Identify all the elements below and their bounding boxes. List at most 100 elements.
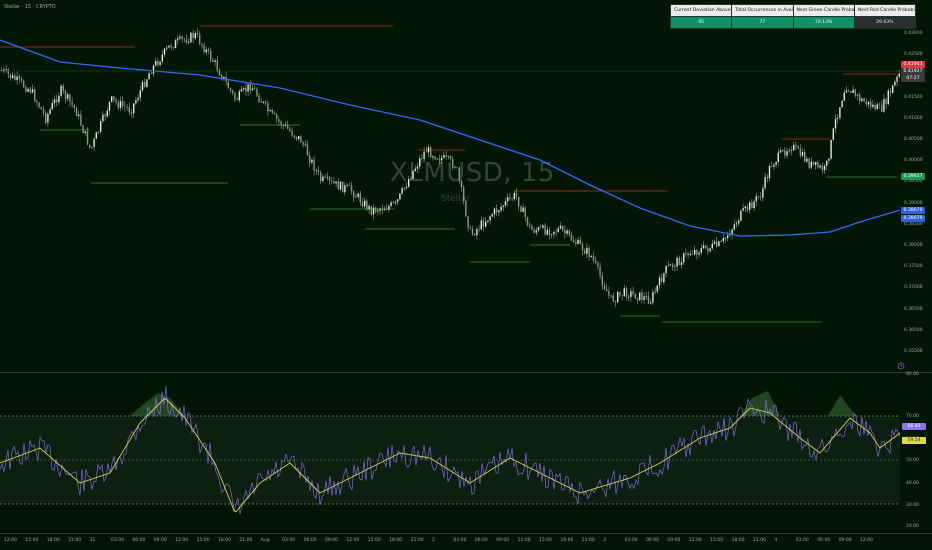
candle	[573, 240, 575, 243]
candle	[394, 201, 397, 203]
candle	[188, 42, 190, 43]
candle	[793, 144, 795, 151]
candle	[744, 206, 746, 209]
time-tick-label: 09:00	[496, 538, 510, 543]
candle	[478, 228, 480, 230]
candle	[885, 99, 887, 105]
candle	[790, 150, 793, 151]
candle	[566, 230, 568, 234]
candle	[56, 99, 58, 103]
oscillator-tick-label: 30.00	[906, 503, 919, 508]
candle	[100, 121, 102, 132]
candle	[60, 85, 62, 96]
candle	[557, 228, 559, 232]
alert-clock-icon[interactable]	[897, 362, 905, 370]
time-tick-label: 21:00	[753, 538, 766, 543]
candle	[645, 296, 647, 297]
price-tick-label: 0.41000	[904, 115, 923, 121]
candle	[597, 262, 599, 267]
candle	[346, 184, 348, 186]
candle	[16, 76, 18, 81]
candle	[339, 181, 342, 190]
candle	[474, 233, 476, 236]
candle	[355, 196, 357, 198]
candle	[247, 84, 249, 92]
candle	[425, 151, 427, 153]
candle	[500, 206, 502, 211]
candle	[205, 49, 207, 53]
time-tick-label: 12:00	[517, 538, 531, 543]
candle	[826, 160, 828, 166]
candle	[146, 79, 148, 87]
candle	[764, 176, 766, 189]
price-tick-label: 0.37500	[904, 264, 923, 270]
candle	[751, 202, 753, 209]
candle	[254, 88, 256, 90]
price-tick-label: 0.38000	[904, 243, 923, 248]
candle	[410, 178, 412, 180]
candle	[366, 200, 368, 210]
candle	[93, 138, 95, 147]
candle	[9, 74, 12, 79]
candle	[381, 208, 383, 211]
candle	[359, 193, 361, 203]
candle	[773, 164, 775, 167]
candle	[738, 220, 740, 224]
candle	[104, 114, 106, 117]
price-badge: 07:27	[901, 75, 925, 82]
candle	[383, 209, 386, 211]
candle	[232, 90, 234, 93]
candle	[18, 76, 20, 79]
candle	[867, 101, 870, 105]
candle	[227, 81, 229, 89]
candle	[155, 61, 157, 66]
candle	[350, 185, 353, 192]
candle	[540, 227, 542, 228]
candle	[126, 106, 128, 108]
time-tick-label: 21:00	[581, 538, 595, 543]
candle	[689, 253, 691, 256]
price-tick-label: 0.35500	[904, 349, 923, 354]
candle	[663, 273, 665, 283]
candle	[524, 207, 526, 218]
candle	[529, 225, 531, 226]
candle	[720, 241, 722, 242]
candle	[89, 144, 91, 148]
candle	[863, 98, 865, 102]
candle	[58, 95, 60, 103]
candle	[386, 209, 388, 210]
candle	[113, 96, 115, 100]
candle	[269, 109, 271, 112]
candle	[3, 69, 5, 71]
candle	[511, 198, 513, 200]
candle	[238, 91, 240, 101]
time-tick-label: 09:00	[325, 538, 338, 543]
candle	[608, 291, 610, 296]
candle	[375, 207, 377, 212]
candle	[179, 36, 181, 39]
candle	[559, 226, 562, 229]
candle	[82, 125, 84, 134]
candle	[575, 242, 577, 244]
time-tick-label: Aug	[260, 538, 270, 543]
candle	[306, 144, 309, 156]
candle	[586, 247, 588, 254]
candle	[328, 177, 331, 181]
oscillator-pane[interactable]	[0, 373, 900, 533]
candle	[687, 253, 689, 256]
candle	[240, 89, 243, 92]
candle	[735, 223, 738, 225]
candle	[819, 165, 821, 168]
price-pane[interactable]	[0, 0, 900, 370]
candle	[256, 89, 258, 96]
candle	[465, 200, 467, 217]
candle	[870, 101, 872, 107]
candle	[133, 103, 135, 114]
candle	[196, 32, 199, 35]
candle	[218, 70, 221, 76]
candle	[414, 168, 416, 171]
candle	[388, 206, 390, 210]
candle	[623, 288, 625, 296]
candle	[480, 220, 482, 230]
candle	[174, 40, 177, 48]
